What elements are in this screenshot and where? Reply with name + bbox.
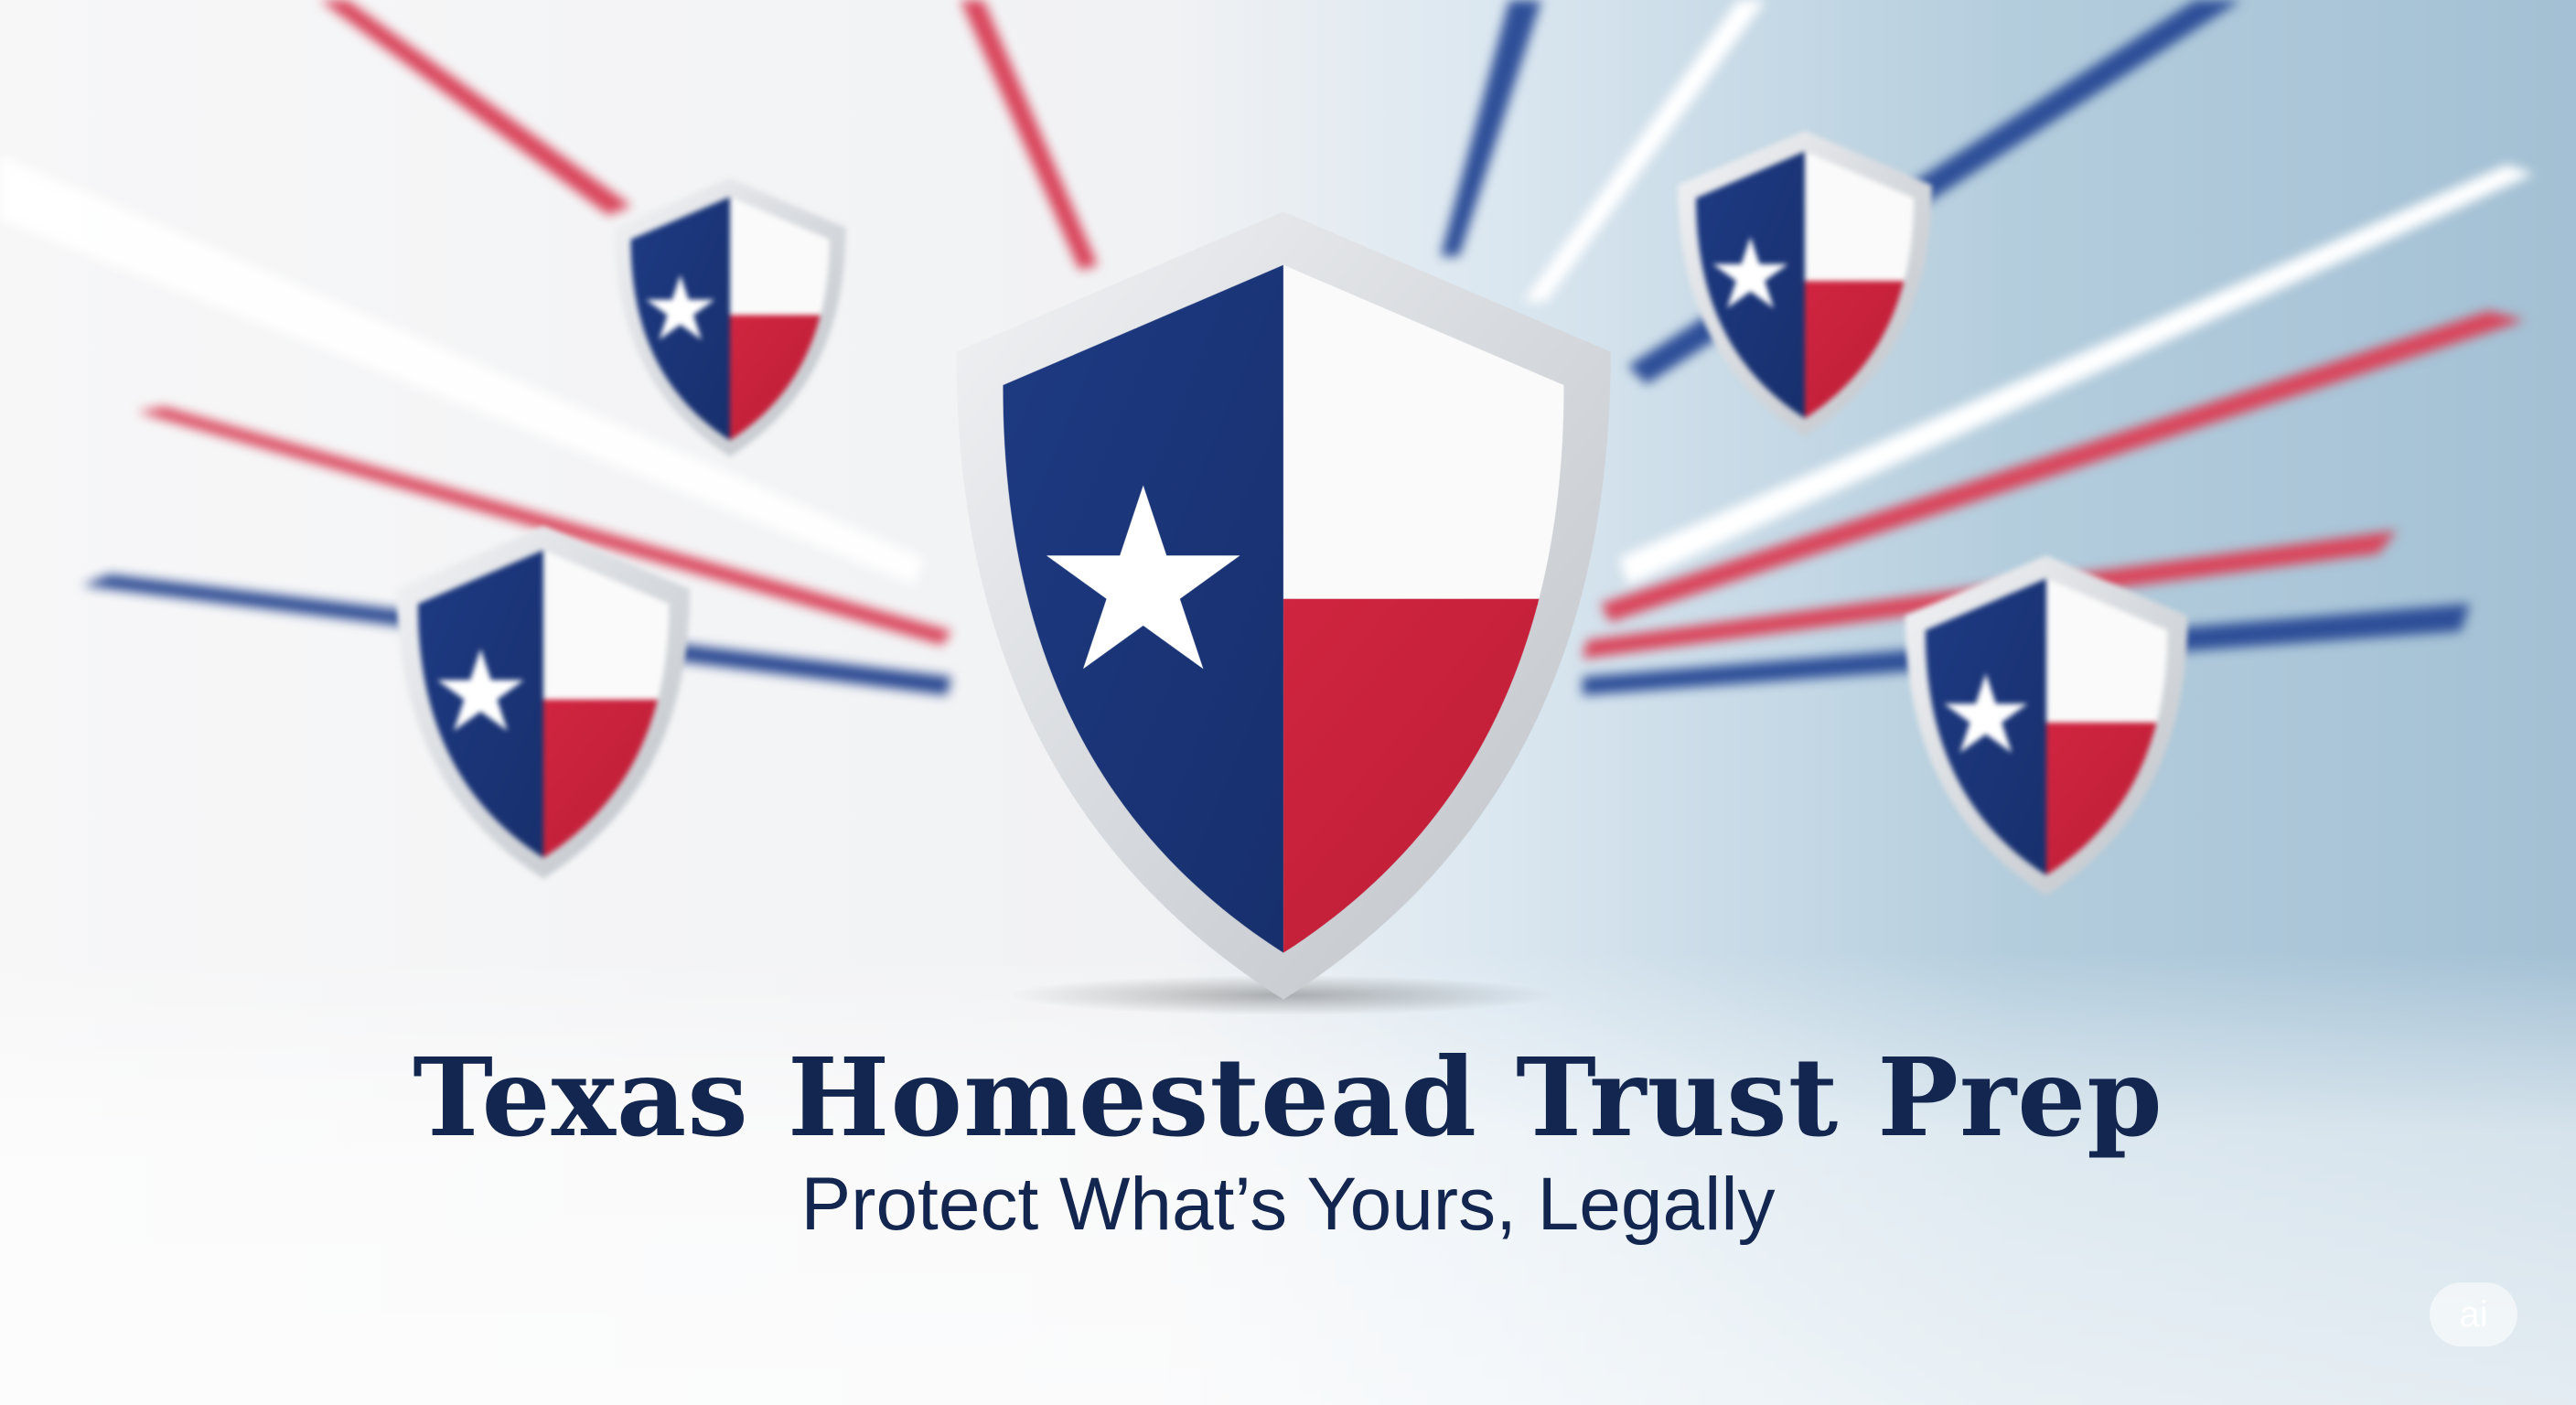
- ai-badge: ai: [2430, 1282, 2517, 1346]
- texas-flag-shield-icon: [1903, 552, 2191, 898]
- texas-flag-shield-icon: [1675, 128, 1934, 439]
- texas-flag-shield-icon: [950, 205, 1617, 1006]
- page-subtitle: Protect What’s Yours, Legally: [800, 1163, 1776, 1246]
- texas-flag-shield-icon: [612, 176, 848, 459]
- page-title: Texas Homestead Trust Prep: [413, 1034, 2163, 1161]
- texas-flag-shield-icon: [394, 523, 693, 882]
